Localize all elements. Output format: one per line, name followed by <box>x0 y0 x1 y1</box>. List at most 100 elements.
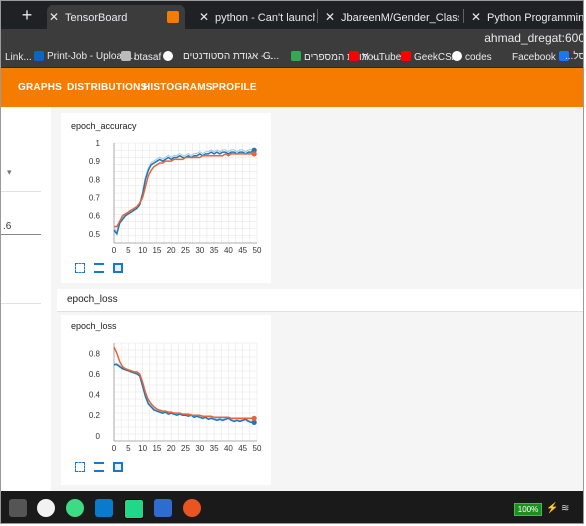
sourcetree-icon[interactable] <box>154 499 172 517</box>
sidebar: ▾ .6 <box>1 107 51 491</box>
chevron-down-icon[interactable]: ▾ <box>7 167 12 178</box>
loss-section-title: epoch_loss <box>67 294 118 305</box>
x-tick-label: 10 <box>138 444 147 453</box>
github-icon <box>452 51 462 61</box>
divider <box>1 191 41 192</box>
tab-label: Python Programming Tutorials <box>487 12 584 24</box>
drive-icon <box>291 51 301 61</box>
tab-divider <box>463 9 464 23</box>
car-icon <box>121 51 131 61</box>
y-tick-label: 0.7 <box>89 194 101 203</box>
address-bar[interactable]: ahmad_dregat:600 <box>1 29 583 49</box>
loss-card-title: epoch_loss <box>71 321 117 331</box>
y-tick-label: 0.9 <box>89 157 101 166</box>
y-tick-label: 0.4 <box>89 391 101 400</box>
tab-profile[interactable]: PROFILE <box>212 82 257 93</box>
android-icon[interactable] <box>66 499 84 517</box>
tab-label: JbareenM/Gender_Classification <box>341 12 459 24</box>
close-tab-icon[interactable]: ✕ <box>469 5 483 29</box>
plug-icon[interactable]: ⚡ <box>546 503 558 514</box>
accuracy-card-title: epoch_accuracy <box>71 121 137 131</box>
tab-python-tutorials[interactable]: ✕ Python Programming Tutorials <box>469 5 584 29</box>
tab-divider <box>317 9 318 23</box>
bookmark-item[interactable]: אגודת הסטודנטים -... <box>183 51 273 62</box>
tab-tensorboard[interactable]: ✕ TensorBoard <box>47 5 185 29</box>
bookmark-item[interactable]: Facebook <box>512 51 572 63</box>
y-tick-label: 0.8 <box>89 349 101 358</box>
raw-series-line <box>113 147 255 233</box>
screen-frame: + ✕ TensorBoard ✕ python - Can't launch Te… <box>0 0 584 524</box>
tab-histograms[interactable]: HISTOGRAMS <box>143 82 213 93</box>
vscode-icon[interactable] <box>95 499 113 517</box>
x-tick-label: 0 <box>112 444 117 453</box>
fullscreen-icon[interactable] <box>75 462 85 472</box>
y-tick-label: 1 <box>96 139 101 148</box>
x-tick-label: 35 <box>210 246 219 255</box>
x-tick-label: 35 <box>210 444 219 453</box>
bookmark-item[interactable]: codes <box>452 51 492 63</box>
mail-icon[interactable] <box>9 499 27 517</box>
tensorboard-favicon-icon <box>167 11 179 23</box>
x-tick-label: 20 <box>167 444 176 453</box>
github-icon <box>163 51 173 61</box>
series-endpoint-1 <box>251 151 257 157</box>
close-tab-icon[interactable]: ✕ <box>197 5 211 29</box>
url-text[interactable]: ahmad_dregat:600 <box>484 31 583 45</box>
bookmark-item[interactable]: G... <box>263 51 279 62</box>
x-tick-label: 0 <box>112 246 117 255</box>
wifi-icon[interactable]: ≋ <box>561 503 569 514</box>
bookmark-item[interactable]: btasaf <box>121 51 161 63</box>
tab-github[interactable]: ✕ JbareenM/Gender_Classification <box>323 5 459 29</box>
close-tab-icon[interactable]: ✕ <box>323 5 337 29</box>
fullscreen-icon[interactable] <box>75 263 85 273</box>
battery-indicator[interactable]: 100% <box>514 503 542 516</box>
close-tab-icon[interactable]: ✕ <box>47 5 61 29</box>
youtube-icon <box>349 51 359 61</box>
fit-domain-icon[interactable] <box>113 462 123 472</box>
accuracy-chart[interactable]: 0 5 10 15 20 25 30 35 40 45 50 0.5 0.6 0.7 0.8 0.9 1 <box>61 133 271 261</box>
tab-distributions[interactable]: DISTRIBUTIONS <box>67 82 147 93</box>
y-tick-label: 0.2 <box>89 411 101 420</box>
x-tick-label: 5 <box>126 444 131 453</box>
bookmark-item[interactable]: GeekCSA <box>401 51 458 63</box>
bookmark-item[interactable] <box>163 51 176 63</box>
pycharm-icon[interactable] <box>124 499 144 519</box>
bookmark-item[interactable]: YouTube <box>349 51 401 63</box>
bookmarks-bar: Link... Print-Job - Upload... btasaf אגו… <box>1 49 583 68</box>
fit-domain-icon[interactable] <box>113 263 123 273</box>
y-tick-label: 0.5 <box>89 230 101 239</box>
y-tick-label: 0.6 <box>89 370 101 379</box>
y-tick-label: 0.6 <box>89 212 101 221</box>
tensorboard-toolbar: GRAPHS DISTRIBUTIONS HISTOGRAMS PROFILE <box>1 68 583 107</box>
x-tick-label: 50 <box>253 246 262 255</box>
y-tick-label: 0.8 <box>89 175 101 184</box>
series-line-1 <box>114 153 255 228</box>
divider <box>1 303 41 304</box>
tab-graphs[interactable]: GRAPHS <box>18 82 62 93</box>
tab-stackoverflow[interactable]: ✕ python - Can't launch TensorBoa <box>197 5 315 29</box>
x-tick-label: 40 <box>224 246 233 255</box>
x-tick-label: 30 <box>195 444 204 453</box>
bookmark-item[interactable]: Link... <box>5 51 47 63</box>
x-tick-label: 5 <box>126 246 131 255</box>
list-icon[interactable] <box>94 263 104 273</box>
tab-label: python - Can't launch TensorBoa <box>215 12 315 24</box>
x-tick-label: 15 <box>152 246 161 255</box>
active-app-indicator <box>124 523 142 524</box>
ubuntu-icon[interactable] <box>183 499 201 517</box>
os-taskbar: 100% ⚡ ≋ <box>1 491 583 524</box>
chart-actions <box>75 459 132 477</box>
x-tick-label: 30 <box>195 246 204 255</box>
list-icon[interactable] <box>94 462 104 472</box>
new-tab-button[interactable]: + <box>7 1 47 29</box>
bookmark-item[interactable]: ...רסל <box>565 51 583 62</box>
loss-chart[interactable]: 0 5 10 15 20 25 30 35 40 45 5000.20.40.60.8 <box>61 333 271 459</box>
tab-label: TensorBoard <box>65 12 128 24</box>
input-underline <box>1 234 41 235</box>
mail-icon[interactable] <box>37 499 55 517</box>
loss-section-header[interactable]: epoch_loss <box>57 289 583 312</box>
x-tick-label: 10 <box>138 246 147 255</box>
browser-tab-bar: + ✕ TensorBoard ✕ python - Can't launch Te… <box>1 1 584 29</box>
smoothing-value[interactable]: .6 <box>3 221 11 232</box>
x-tick-label: 25 <box>181 246 190 255</box>
